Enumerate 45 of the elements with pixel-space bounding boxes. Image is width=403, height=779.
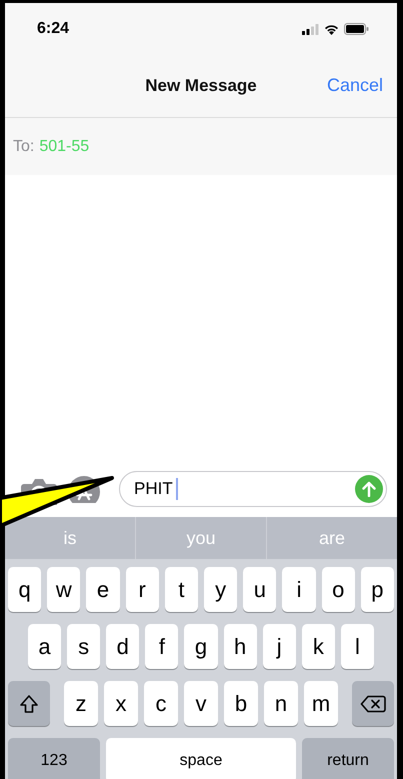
letter-key[interactable]: a bbox=[28, 624, 62, 669]
signal-icon bbox=[302, 24, 319, 34]
letter-key[interactable]: v bbox=[184, 681, 218, 726]
text-cursor bbox=[176, 478, 178, 500]
letter-key[interactable]: h bbox=[224, 624, 257, 669]
letter-key[interactable]: u bbox=[243, 567, 276, 612]
letter-key[interactable]: i bbox=[282, 567, 316, 612]
letter-key[interactable]: k bbox=[302, 624, 335, 669]
letter-key[interactable]: s bbox=[67, 624, 100, 669]
letter-key[interactable]: m bbox=[304, 681, 338, 726]
screen-title: New Message bbox=[145, 76, 257, 96]
status-time: 6:24 bbox=[37, 20, 70, 38]
letter-key[interactable]: c bbox=[144, 681, 178, 726]
numbers-key[interactable]: 123 bbox=[8, 738, 100, 779]
letter-key[interactable]: q bbox=[8, 567, 42, 612]
letter-key[interactable]: o bbox=[322, 567, 355, 612]
letter-key[interactable]: b bbox=[224, 681, 258, 726]
shift-icon bbox=[19, 694, 39, 714]
letter-key[interactable]: x bbox=[104, 681, 138, 726]
letter-key[interactable]: w bbox=[47, 567, 80, 612]
letter-key[interactable]: r bbox=[126, 567, 159, 612]
letter-key[interactable]: f bbox=[145, 624, 178, 669]
letter-key[interactable]: t bbox=[164, 567, 198, 612]
letter-key[interactable]: g bbox=[184, 624, 218, 669]
recipient-value: 501-55 bbox=[39, 138, 90, 156]
letter-key[interactable]: y bbox=[204, 567, 238, 612]
arrow-up-icon bbox=[362, 481, 376, 497]
delete-key[interactable] bbox=[352, 681, 394, 726]
letter-key[interactable]: e bbox=[86, 567, 120, 612]
letter-key[interactable]: z bbox=[64, 681, 98, 726]
battery-icon bbox=[344, 23, 369, 35]
letter-key[interactable]: p bbox=[360, 567, 394, 612]
shift-key[interactable] bbox=[8, 681, 50, 726]
return-key[interactable]: return bbox=[302, 738, 394, 779]
letter-key[interactable]: n bbox=[264, 681, 298, 726]
letter-key[interactable]: l bbox=[340, 624, 374, 669]
cancel-button[interactable]: Cancel bbox=[322, 73, 387, 98]
space-key[interactable]: space bbox=[106, 738, 296, 779]
letter-key[interactable]: d bbox=[106, 624, 140, 669]
message-text: PHIT bbox=[134, 479, 173, 499]
message-field[interactable]: PHIT bbox=[119, 471, 387, 507]
recipient-label: To: bbox=[13, 138, 34, 156]
backspace-icon bbox=[360, 694, 386, 712]
wifi-icon bbox=[324, 24, 339, 34]
letter-key[interactable]: j bbox=[262, 624, 296, 669]
